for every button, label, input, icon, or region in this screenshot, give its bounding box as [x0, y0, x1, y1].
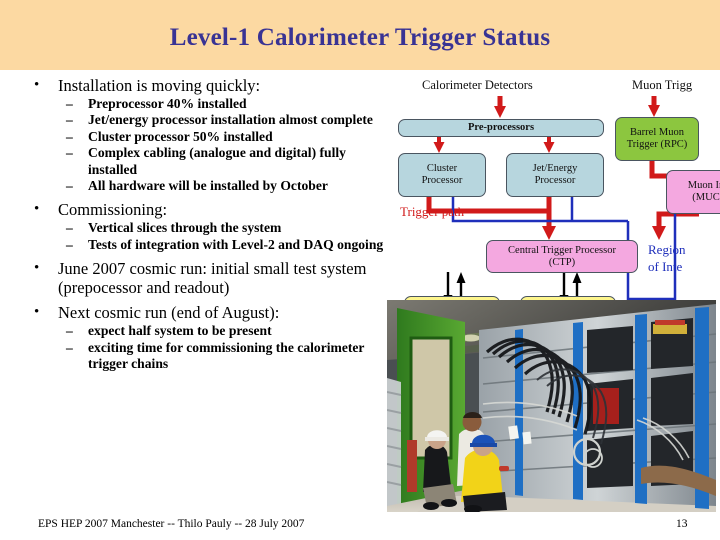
- diagram-box-barrel-muon-trigger: Barrel Muon Trigger (RPC): [615, 117, 699, 161]
- bullet-marker: –: [66, 145, 73, 161]
- bullet-item-level-2: – Vertical slices through the system: [0, 220, 386, 236]
- bullet-text: Next cosmic run (end of August):: [58, 303, 280, 323]
- bullet-text: All hardware will be installed by Octobe…: [88, 178, 328, 194]
- bullet-text: Preprocessor 40% installed: [88, 96, 247, 111]
- bullet-text: Commissioning:: [58, 200, 168, 220]
- bullet-marker: –: [66, 236, 73, 252]
- diagram-label-trigger-path: Trigger path: [400, 204, 465, 219]
- footer-page-number: 13: [676, 518, 688, 530]
- footer-credit: EPS HEP 2007 Manchester -- Thilo Pauly -…: [38, 518, 305, 530]
- bullet-text: expect half system to be present: [88, 323, 272, 339]
- bullet-text: Tests of integration with Level-2 and DA…: [88, 236, 384, 252]
- diagram-box-central-trigger-processor: Central Trigger Processor (CTP): [486, 240, 638, 273]
- diagram-label-region-of-interest-line1: Region: [648, 242, 686, 257]
- diagram-box-jet-energy-processor-line1: Jet/Energy: [532, 163, 578, 174]
- diagram-box-muon-interface-line2: (MUC: [692, 192, 720, 203]
- bullet-item-level-2: – Jet/energy processor installation almos…: [0, 112, 386, 128]
- bullet-item-level-2: – Complex cabling (analogue and digital) …: [0, 145, 386, 178]
- page-title: Level-1 Calorimeter Trigger Status: [169, 24, 551, 51]
- bullet-text: exciting time for commissioning the calo…: [88, 339, 365, 372]
- bullet-list: • Installation is moving quickly: – Preproc…: [0, 76, 386, 506]
- bullet-item-level-1: • Installation is moving quickly:: [0, 76, 386, 95]
- bullet-text: Cluster processor 50% installed: [88, 128, 273, 144]
- diagram-box-ctp-line2: (CTP): [548, 256, 576, 268]
- bullet-text: June 2007 cosmic run: initial small test…: [58, 259, 367, 298]
- diagram-box-cluster-processor: Cluster Processor: [398, 153, 486, 197]
- diagram-box-muon-interface: Muon In (MUC: [666, 170, 720, 214]
- diagram-box-preprocessors: Pre-processors: [398, 119, 604, 137]
- bullet-marker: –: [66, 339, 73, 355]
- bullet-marker: •: [34, 201, 40, 218]
- diagram-box-jet-energy-processor-line2: Processor: [534, 175, 576, 186]
- bullet-text: Jet/energy processor installation almost…: [88, 112, 373, 128]
- diagram-box-muon-interface-line1: Muon In: [687, 180, 720, 191]
- bullet-marker: •: [34, 304, 40, 321]
- diagram-box-preprocessors-label: Pre-processors: [467, 122, 535, 133]
- installation-photo-content: [387, 300, 716, 512]
- bullet-marker: –: [66, 96, 73, 111]
- diagram-box-jet-energy-processor: Jet/Energy Processor: [506, 153, 604, 197]
- diagram-box-cluster-processor-line1: Cluster: [426, 163, 458, 174]
- bullet-marker: –: [66, 220, 73, 236]
- bullet-text: Installation is moving quickly:: [58, 76, 261, 95]
- diagram-box-cluster-processor-line2: Processor: [421, 175, 463, 186]
- bullet-item-level-1: • Commissioning:: [0, 200, 386, 219]
- bullet-marker: •: [34, 260, 40, 277]
- diagram-box-barrel-muon-trigger-line1: Barrel Muon: [630, 127, 684, 138]
- bullet-item-level-2: – Tests of integration with Level-2 and D…: [0, 237, 386, 253]
- installation-photo: [387, 300, 716, 512]
- bullet-marker: –: [66, 128, 73, 144]
- diagram-box-ctp-line1: Central Trigger Processor: [508, 244, 616, 256]
- diagram-box-barrel-muon-trigger-line2: Trigger (RPC): [626, 139, 688, 150]
- trigger-architecture-diagram: Calorimeter Detectors Muon Trigg Pre-pro…: [386, 74, 720, 306]
- bullet-item-level-1: • June 2007 cosmic run: initial small tes…: [0, 259, 386, 297]
- bullet-text: Vertical slices through the system: [88, 220, 282, 236]
- slide-root: Level-1 Calorimeter Trigger Status • Inst…: [0, 0, 720, 540]
- bullet-marker: –: [66, 112, 73, 128]
- bullet-text: Complex cabling (analogue and digital) f…: [88, 145, 346, 177]
- diagram-label-region-of-interest-line2: of Inte: [648, 259, 683, 274]
- bullet-item-level-1: • Next cosmic run (end of August):: [0, 303, 386, 322]
- bullet-item-level-2: – All hardware will be installed by Octob…: [0, 178, 386, 194]
- bullet-item-level-2: – exciting time for commissioning the cal…: [0, 340, 386, 373]
- bullet-marker: –: [66, 178, 73, 194]
- bullet-item-level-2: – Preprocessor 40% installed: [0, 96, 386, 112]
- bullet-item-level-2: – Cluster processor 50% installed: [0, 129, 386, 145]
- bullet-marker: •: [34, 77, 40, 93]
- bullet-item-level-2: – expect half system to be present: [0, 323, 386, 339]
- bullet-marker: –: [66, 323, 73, 339]
